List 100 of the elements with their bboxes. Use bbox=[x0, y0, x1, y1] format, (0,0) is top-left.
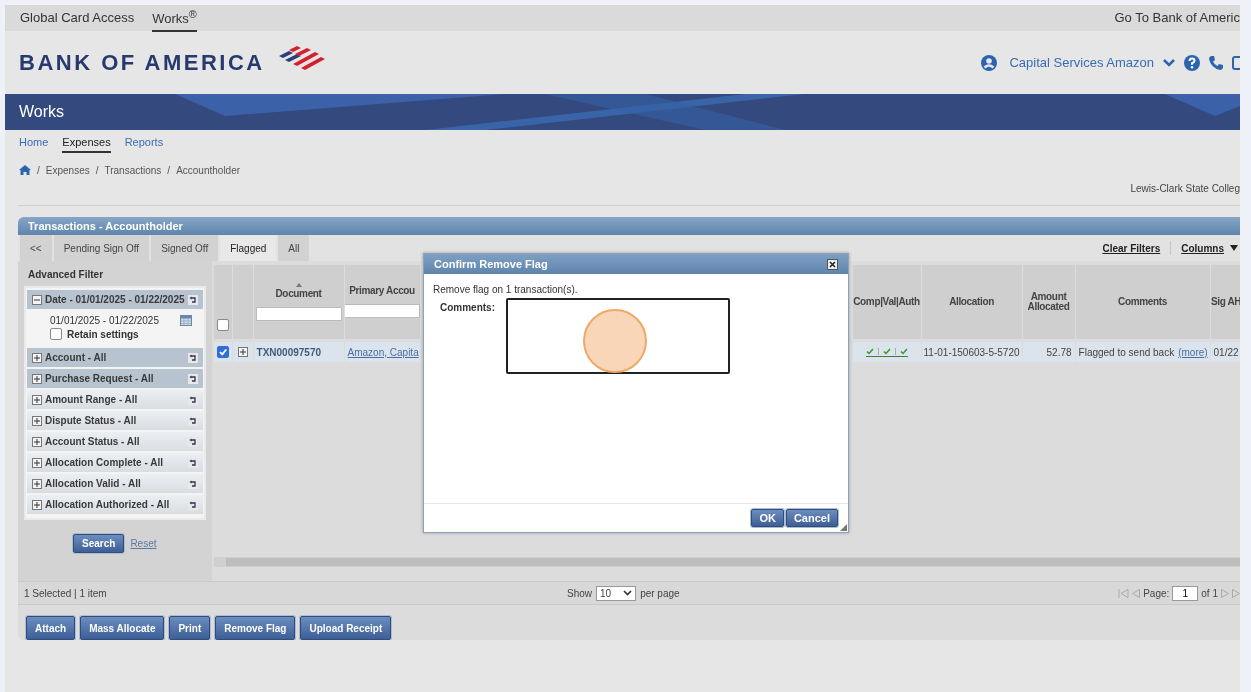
dialog-button[interactable]: Cancel bbox=[785, 509, 838, 527]
column-header[interactable]: Allocation bbox=[949, 297, 994, 307]
user-icon bbox=[981, 54, 998, 71]
action-button[interactable]: Remove Flag bbox=[215, 616, 296, 640]
bank-link[interactable]: Go To Bank of Americ bbox=[1114, 5, 1240, 31]
undo-icon[interactable] bbox=[187, 373, 198, 384]
expander-icon[interactable] bbox=[32, 294, 42, 305]
search-button[interactable]: Search bbox=[73, 534, 125, 553]
selection-status: 1 Selected | 1 item bbox=[24, 587, 107, 599]
filter-group[interactable]: Dispute Status - All bbox=[27, 411, 203, 430]
expander-icon[interactable] bbox=[32, 394, 42, 405]
undo-icon[interactable] bbox=[187, 457, 198, 468]
filter-group[interactable]: Allocation Complete - All bbox=[27, 453, 203, 472]
expander-icon[interactable] bbox=[32, 352, 42, 363]
filter-group[interactable]: Amount Range - All bbox=[27, 390, 203, 409]
breadcrumb-link[interactable]: Accountholder bbox=[176, 164, 241, 176]
dialog-button[interactable]: OK bbox=[751, 509, 784, 527]
home-icon[interactable] bbox=[19, 165, 31, 175]
column-filter-field[interactable] bbox=[344, 304, 420, 318]
expander-icon[interactable] bbox=[32, 373, 42, 384]
close-icon[interactable] bbox=[827, 258, 838, 270]
tab[interactable]: Pending Sign Off bbox=[53, 235, 150, 261]
breadcrumb-separator: / bbox=[95, 164, 99, 176]
column-header[interactable]: Sig AH bbox=[1210, 297, 1240, 307]
expander-icon[interactable] bbox=[32, 478, 42, 489]
undo-icon[interactable] bbox=[187, 294, 198, 305]
undo-icon[interactable] bbox=[187, 478, 198, 489]
undo-icon[interactable] bbox=[187, 436, 198, 447]
user-menu[interactable]: Capital Services Amazon bbox=[1009, 55, 1154, 70]
columns-link[interactable]: Columns bbox=[1181, 242, 1224, 254]
undo-icon[interactable] bbox=[187, 499, 198, 510]
table-cell: TXN00097570 bbox=[256, 346, 322, 358]
exit-icon[interactable] bbox=[1232, 54, 1240, 71]
tab[interactable]: All bbox=[278, 235, 310, 261]
expander-icon[interactable] bbox=[32, 415, 42, 426]
filter-title: Advanced Filter bbox=[27, 268, 105, 282]
breadcrumb-link[interactable]: Transactions bbox=[104, 164, 162, 176]
breadcrumb-separator: / bbox=[37, 164, 40, 176]
column-header[interactable]: Comp|Val|Auth bbox=[853, 297, 920, 307]
sort-arrow-icon[interactable] bbox=[295, 283, 302, 287]
action-button[interactable]: Upload Receipt bbox=[300, 616, 392, 640]
table-cell: Flagged to send back bbox=[1078, 346, 1175, 358]
phone-icon[interactable] bbox=[1208, 54, 1224, 71]
nav-link[interactable]: Reports bbox=[124, 136, 164, 153]
panel-title: Transactions - Accountholder bbox=[18, 217, 1240, 235]
nav-link[interactable]: Expenses bbox=[62, 136, 111, 153]
chevron-down-icon bbox=[623, 590, 633, 596]
organization-name: Lewis-Clark State Colleg bbox=[1130, 183, 1240, 196]
expander-icon[interactable] bbox=[32, 499, 42, 510]
row-checkbox[interactable] bbox=[216, 346, 229, 358]
breadcrumb-link[interactable]: Expenses bbox=[45, 164, 90, 176]
action-button[interactable]: Mass Allocate bbox=[80, 616, 165, 640]
expander-icon[interactable] bbox=[32, 436, 42, 447]
action-button[interactable]: Attach bbox=[26, 616, 76, 640]
show-label: Show bbox=[567, 587, 592, 599]
tab[interactable]: Signed Off bbox=[151, 235, 219, 261]
filter-group[interactable]: Allocation Authorized - All bbox=[27, 495, 203, 514]
undo-icon[interactable] bbox=[187, 394, 198, 405]
calendar-icon[interactable] bbox=[179, 315, 192, 326]
table-cell: 01/22 bbox=[1213, 346, 1239, 358]
tab[interactable]: Flagged bbox=[220, 235, 277, 261]
logo-text: BANK OF AMERICA bbox=[19, 49, 265, 76]
dialog-title: Confirm Remove Flag bbox=[434, 258, 548, 270]
comments-label: Comments: bbox=[440, 301, 495, 315]
filter-group[interactable]: Account - All bbox=[27, 348, 203, 367]
select-all-checkbox[interactable] bbox=[216, 319, 229, 331]
action-button[interactable]: Print bbox=[169, 616, 211, 640]
page-label: Page: bbox=[1143, 587, 1170, 599]
filter-group[interactable]: Date - 01/01/2025 - 01/22/2025 bbox=[27, 290, 203, 309]
top-link[interactable]: Works$^{®}$ bbox=[152, 3, 197, 33]
column-header[interactable]: Document bbox=[275, 289, 322, 299]
clear-filters-link[interactable]: Clear Filters bbox=[1102, 242, 1161, 254]
filter-group[interactable]: Account Status - All bbox=[27, 432, 203, 451]
undo-icon[interactable] bbox=[187, 352, 198, 363]
filter-group[interactable]: Purchase Request - All bbox=[27, 369, 203, 388]
column-header[interactable]: Primary Accou bbox=[349, 286, 415, 296]
help-icon[interactable] bbox=[1184, 54, 1200, 71]
column-filter-field[interactable] bbox=[255, 307, 342, 321]
expand-icon[interactable] bbox=[237, 347, 248, 357]
banner-title: Works bbox=[19, 103, 65, 121]
expander-icon[interactable] bbox=[32, 457, 42, 468]
filter-group[interactable]: Allocation Valid - All bbox=[27, 474, 203, 493]
breadcrumb-separator: / bbox=[167, 164, 171, 176]
page-count: of 1 bbox=[1201, 587, 1218, 599]
top-link[interactable]: Global Card Access bbox=[20, 5, 135, 31]
tab[interactable]: << bbox=[20, 235, 52, 261]
chevron-down-icon[interactable] bbox=[1162, 57, 1176, 68]
resize-grip-icon[interactable] bbox=[840, 524, 847, 531]
per-page-label: per page bbox=[640, 587, 680, 599]
horizontal-scrollbar[interactable] bbox=[213, 557, 1240, 567]
per-page-select[interactable]: 10 bbox=[596, 585, 637, 601]
column-header[interactable]: Comments bbox=[1118, 297, 1167, 307]
page-field[interactable]: 1 bbox=[1172, 585, 1199, 601]
table-cell: 52.78 bbox=[1046, 346, 1072, 358]
undo-icon[interactable] bbox=[187, 415, 198, 426]
nav-link[interactable]: Home bbox=[19, 136, 49, 153]
checkbox-label: Retain settings bbox=[67, 328, 139, 340]
checkbox[interactable] bbox=[50, 328, 62, 340]
more-link[interactable]: (more) bbox=[1178, 346, 1208, 358]
caret-icon[interactable] bbox=[1230, 245, 1238, 251]
